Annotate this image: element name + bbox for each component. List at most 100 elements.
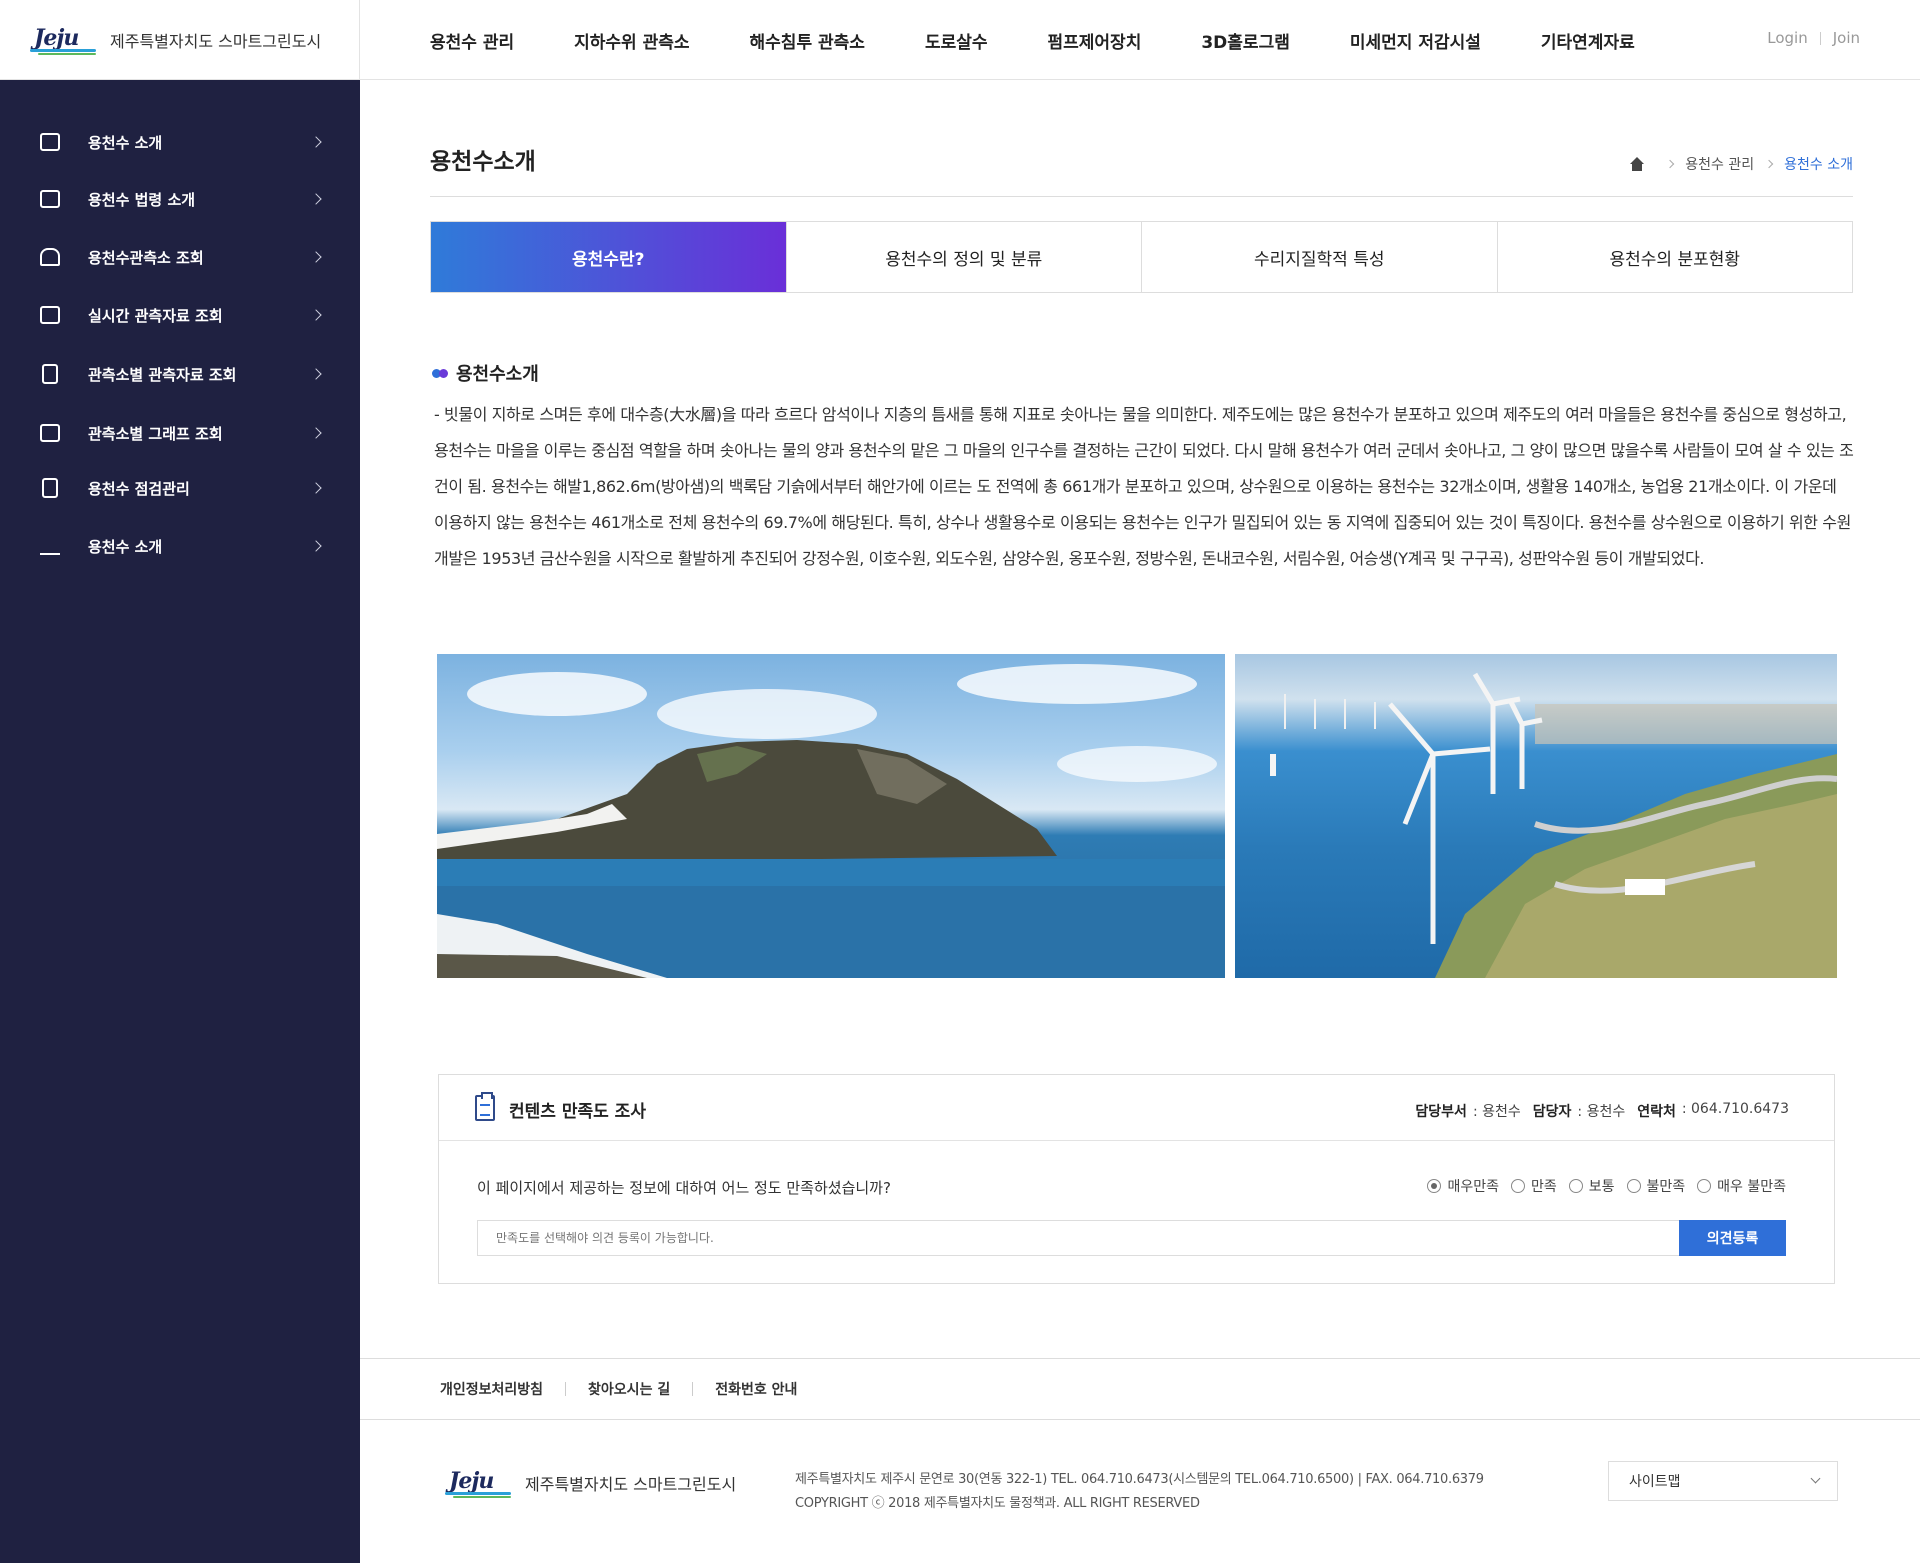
- sidebar-item-label: 관측소별 관측자료 조회: [88, 365, 237, 384]
- gnb-item-seawater-station[interactable]: 해수침투 관측소: [750, 28, 865, 53]
- gnb-item-fine-dust[interactable]: 미세먼지 저감시설: [1350, 28, 1481, 53]
- radio-very-dissatisfied[interactable]: 매우 불만족: [1697, 1176, 1786, 1196]
- sidebar-item-label: 용천수관측소 조회: [88, 248, 204, 267]
- footer-divider: [692, 1382, 694, 1396]
- sidebar-item-station-data[interactable]: 관측소별 관측자료 조회: [0, 354, 360, 394]
- tab-distribution[interactable]: 용천수의 분포현황: [1498, 222, 1853, 292]
- home-icon[interactable]: [1629, 157, 1645, 171]
- dept-value: : 용천수: [1472, 1104, 1521, 1120]
- chevron-right-icon: [310, 309, 322, 321]
- screen-icon: [40, 306, 60, 324]
- footer-address: 제주특별자치도 제주시 문연로 30(연동 322-1) TEL. 064.71…: [795, 1472, 1484, 1487]
- survey-title: 컨텐츠 만족도 조사: [509, 1102, 646, 1122]
- footer-address-block: 제주특별자치도 제주시 문연로 30(연동 322-1) TEL. 064.71…: [795, 1468, 1484, 1516]
- wind-turbine-photo: [1235, 654, 1837, 978]
- footer-copyright: COPYRIGHT ⓒ 2018 제주특별자치도 물정책과. ALL RIGHT…: [795, 1496, 1200, 1511]
- satisfaction-survey: 컨텐츠 만족도 조사 담당부서 : 용천수 담당자 : 용천수 연락처 : 06…: [438, 1074, 1835, 1284]
- chevron-right-icon: [310, 251, 322, 263]
- tab-hydrogeology[interactable]: 수리지질학적 특성: [1142, 222, 1498, 292]
- chevron-right-icon: [310, 193, 322, 205]
- chevron-right-icon: [1764, 159, 1774, 169]
- chevron-right-icon: [310, 427, 322, 439]
- sitemap-select[interactable]: 사이트맵: [1608, 1461, 1838, 1501]
- contact-value: : 064.710.6473: [1681, 1101, 1789, 1117]
- join-link[interactable]: Join: [1833, 29, 1860, 47]
- manager-label: 담당자: [1532, 1104, 1572, 1120]
- jeju-logo-icon: Jeju: [30, 25, 100, 55]
- top-header: Jeju 제주특별자치도 스마트그린도시 용천수 관리 지하수위 관측소 해수침…: [0, 0, 1920, 80]
- radio-icon: [1626, 1179, 1641, 1193]
- opinion-input[interactable]: [477, 1220, 1681, 1256]
- tab-what-is-spring-water[interactable]: 용천수란?: [431, 222, 787, 292]
- gnb-item-spring-water[interactable]: 용천수 관리: [430, 28, 514, 53]
- chevron-right-icon: [1666, 159, 1675, 169]
- survey-contact-info: 담당부서 : 용천수 담당자 : 용천수 연락처 : 064.710.6473: [1415, 1101, 1789, 1121]
- sidebar-item-label: 용천수 점검관리: [88, 479, 190, 498]
- coastal-cliff-photo: [437, 654, 1225, 978]
- global-nav: 용천수 관리 지하수위 관측소 해수침투 관측소 도로살수 펌프제어장치 3D홀…: [430, 0, 1695, 80]
- directions-link[interactable]: 찾아오시는 길: [588, 1379, 670, 1399]
- site-name: 제주특별자치도 스마트그린도시: [110, 32, 322, 51]
- clipboard-icon: [475, 1092, 495, 1121]
- tab-definition[interactable]: 용천수의 정의 및 분류: [787, 222, 1142, 292]
- gnb-item-groundwater-station[interactable]: 지하수위 관측소: [574, 28, 689, 53]
- sidebar-item-law[interactable]: 용천수 법령 소개: [0, 179, 360, 219]
- survey-header: 컨텐츠 만족도 조사 담당부서 : 용천수 담당자 : 용천수 연락처 : 06…: [439, 1075, 1834, 1141]
- radio-satisfied[interactable]: 만족: [1510, 1176, 1557, 1196]
- station-icon: [40, 248, 60, 266]
- sidebar-item-station-graph[interactable]: 관측소별 그래프 조회: [0, 413, 360, 453]
- chart-board-icon: [40, 424, 60, 442]
- radio-neutral[interactable]: 보통: [1568, 1176, 1615, 1196]
- radio-very-satisfied[interactable]: 매우만족: [1427, 1176, 1499, 1196]
- satisfaction-radio-group: 매우만족 만족 보통 불만족 매우 불만족: [1415, 1176, 1786, 1196]
- gnb-item-road-sprinkling[interactable]: 도로살수: [925, 28, 988, 53]
- radio-dissatisfied[interactable]: 불만족: [1626, 1176, 1685, 1196]
- content-tabs: 용천수란? 용천수의 정의 및 분류 수리지질학적 특성 용천수의 분포현황: [430, 221, 1853, 293]
- sidebar-item-label: 용천수 소개: [88, 537, 163, 556]
- chevron-right-icon: [310, 368, 322, 380]
- footer-logo: Jeju 제주특별자치도 스마트그린도시: [445, 1468, 736, 1498]
- breadcrumb-current: 용천수 소개: [1784, 157, 1853, 173]
- chevron-right-icon: [310, 540, 322, 552]
- book-icon: [40, 190, 60, 208]
- sidebar-item-inspection[interactable]: 용천수 점검관리: [0, 468, 360, 508]
- sidebar-item-realtime[interactable]: 실시간 관측자료 조회: [0, 295, 360, 335]
- breadcrumb-item[interactable]: 용천수 관리: [1685, 154, 1754, 174]
- phone-directory-link[interactable]: 전화번호 안내: [715, 1379, 797, 1399]
- privacy-policy-link[interactable]: 개인정보처리방침: [440, 1379, 543, 1399]
- document-icon: [42, 478, 58, 498]
- chevron-down-icon: [1810, 1473, 1821, 1484]
- chevron-right-icon: [310, 482, 322, 494]
- footer: Jeju 제주특별자치도 스마트그린도시 제주특별자치도 제주시 문연로 30(…: [360, 1420, 1920, 1563]
- sidebar-item-intro-2[interactable]: 용천수 소개: [0, 526, 360, 566]
- sidebar-item-label: 실시간 관측자료 조회: [88, 306, 223, 325]
- radio-checked-icon: [1427, 1179, 1442, 1193]
- sidebar-item-label: 용천수 소개: [88, 133, 163, 152]
- gnb-item-3d-hologram[interactable]: 3D홀로그램: [1201, 28, 1290, 53]
- monitor-icon: [40, 133, 60, 151]
- sidebar-item-intro[interactable]: 용천수 소개: [0, 122, 360, 162]
- section-body: - 빗물이 지하로 스며든 후에 대수층(大水層)을 따라 흐르다 암석이나 지…: [434, 405, 1854, 568]
- breadcrumb: 용천수 관리 용천수 소개: [1629, 154, 1853, 174]
- dept-label: 담당부서: [1415, 1104, 1467, 1120]
- bar-chart-icon: [40, 537, 60, 555]
- sidebar-item-station-search[interactable]: 용천수관측소 조회: [0, 237, 360, 277]
- sidebar-item-label: 관측소별 그래프 조회: [88, 424, 223, 443]
- gnb-item-pump-control[interactable]: 펌프제어장치: [1048, 28, 1142, 53]
- radio-icon: [1568, 1179, 1583, 1193]
- login-link[interactable]: Login: [1767, 29, 1807, 47]
- submit-opinion-button[interactable]: 의견등록: [1679, 1220, 1786, 1256]
- site-logo[interactable]: Jeju 제주특별자치도 스마트그린도시: [0, 0, 360, 80]
- footer-divider: [565, 1382, 567, 1396]
- footer-links: 개인정보처리방침 찾아오시는 길 전화번호 안내: [360, 1358, 1920, 1420]
- gnb-item-other-data[interactable]: 기타연계자료: [1541, 28, 1635, 53]
- contact-label: 연락처: [1637, 1104, 1676, 1120]
- sidebar-item-label: 용천수 법령 소개: [88, 190, 196, 209]
- radio-icon: [1697, 1179, 1712, 1193]
- manager-value: : 용천수: [1577, 1104, 1626, 1120]
- title-divider: [430, 196, 1853, 197]
- util-divider: [1819, 31, 1821, 45]
- page-title: 용천수소개: [430, 149, 536, 175]
- chevron-right-icon: [310, 136, 322, 148]
- section-title: 용천수소개: [432, 360, 539, 386]
